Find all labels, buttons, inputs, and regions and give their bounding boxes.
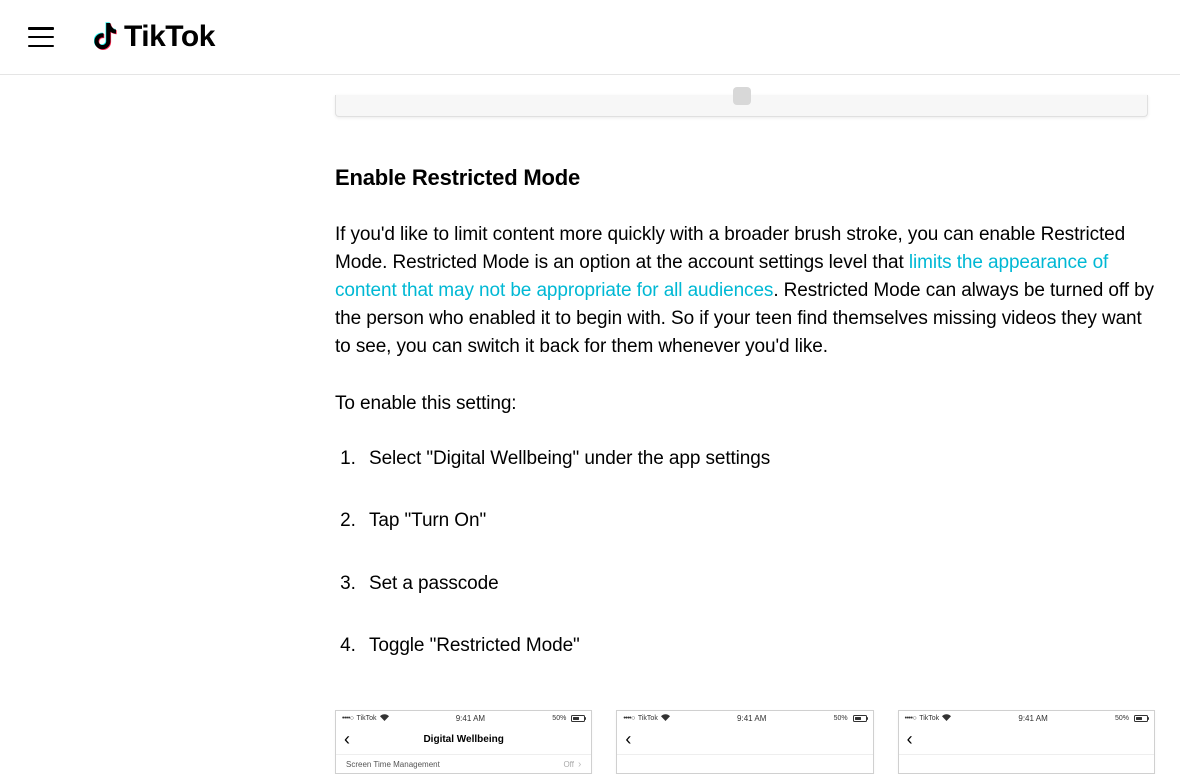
section-heading: Enable Restricted Mode: [335, 165, 1155, 191]
step-item: Select "Digital Wellbeing" under the app…: [361, 446, 1155, 473]
step-item: Toggle "Restricted Mode": [361, 633, 1155, 660]
steps-list: Select "Digital Wellbeing" under the app…: [335, 446, 1155, 660]
menu-button[interactable]: [28, 27, 54, 47]
phone-screenshot-2: ••••○ TikTok 9:41 AM 50% ‹: [616, 710, 873, 774]
status-bar: ••••○ TikTok 9:41 AM 50%: [336, 711, 591, 725]
status-time: 9:41 AM: [737, 714, 766, 723]
step-item: Tap "Turn On": [361, 508, 1155, 535]
brand-name: TikTok: [124, 20, 215, 54]
nav-bar: ‹ Digital Wellbeing: [336, 725, 591, 755]
battery-percent: 50%: [834, 715, 848, 722]
carrier-name: TikTok: [357, 715, 377, 722]
phone-screenshot-1: ••••○ TikTok 9:41 AM 50% ‹ Digital Wellb…: [335, 710, 592, 774]
carrier-name: TikTok: [638, 715, 658, 722]
signal-dots: ••••○: [623, 715, 635, 722]
row-label: Screen Time Management: [346, 760, 440, 769]
wifi-icon: [942, 714, 951, 723]
status-bar: ••••○ TikTok 9:41 AM 50%: [899, 711, 1154, 725]
settings-row[interactable]: Screen Time Management Off ›: [336, 755, 591, 774]
battery-percent: 50%: [552, 715, 566, 722]
battery-icon: [569, 715, 585, 722]
wifi-icon: [380, 714, 389, 723]
battery-percent: 50%: [1115, 715, 1129, 722]
back-chevron-icon[interactable]: ‹: [625, 729, 631, 750]
nav-bar: ‹: [899, 725, 1154, 755]
row-value: Off: [563, 760, 574, 769]
signal-dots: ••••○: [342, 715, 354, 722]
tiktok-logo[interactable]: TikTok: [94, 20, 215, 54]
battery-icon: [851, 715, 867, 722]
tiktok-note-icon: [94, 22, 120, 52]
status-time: 9:41 AM: [456, 714, 485, 723]
status-bar: ••••○ TikTok 9:41 AM 50%: [617, 711, 872, 725]
carrier-name: TikTok: [919, 715, 939, 722]
phone-screenshots-row: ••••○ TikTok 9:41 AM 50% ‹ Digital Wellb…: [335, 710, 1155, 774]
status-time: 9:41 AM: [1018, 714, 1047, 723]
wifi-icon: [661, 714, 670, 723]
paragraph-1: If you'd like to limit content more quic…: [335, 221, 1155, 362]
paragraph-2: To enable this setting:: [335, 390, 1155, 418]
nav-bar: ‹: [617, 725, 872, 755]
back-chevron-icon[interactable]: ‹: [907, 729, 913, 750]
signal-dots: ••••○: [905, 715, 917, 722]
battery-icon: [1132, 715, 1148, 722]
nav-title: Digital Wellbeing: [423, 734, 503, 745]
back-chevron-icon[interactable]: ‹: [344, 729, 350, 750]
phone-screenshot-3: ••••○ TikTok 9:41 AM 50% ‹: [898, 710, 1155, 774]
previous-image-bottom: [335, 95, 1148, 117]
article-content: Enable Restricted Mode If you'd like to …: [335, 75, 1155, 774]
step-item: Set a passcode: [361, 571, 1155, 598]
